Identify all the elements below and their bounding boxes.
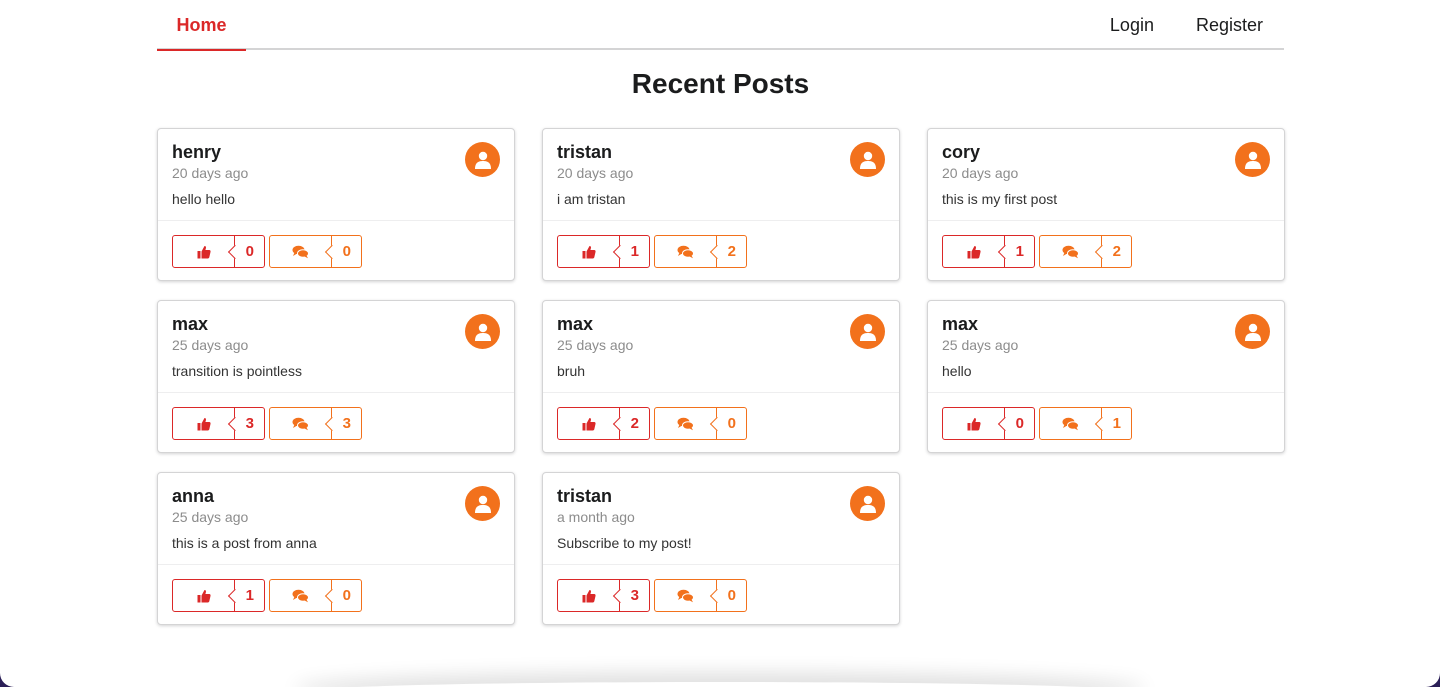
post-actions: 1 2 [942,235,1132,268]
nav-login-link[interactable]: Login [1089,1,1175,49]
like-button[interactable]: 1 [557,235,650,268]
user-icon [465,142,500,177]
post-body: i am tristan [557,191,626,207]
page-title: Recent Posts [631,68,810,99]
nav-right: Login Register [1089,0,1284,48]
post-card: max 25 days ago transition is pointless … [157,300,515,453]
like-button[interactable]: 0 [942,407,1035,440]
post-body: hello [942,363,972,379]
post-author[interactable]: tristan [557,486,885,506]
thumbs-up-icon [943,236,1005,267]
post-body: Subscribe to my post! [557,535,692,551]
post-author[interactable]: tristan [557,142,885,162]
thumbs-up-icon [558,408,620,439]
comment-button[interactable]: 0 [654,579,747,612]
comment-button[interactable]: 1 [1039,407,1132,440]
post-time[interactable]: 25 days ago [942,337,1270,353]
comments-icon [655,580,717,611]
page: Home Login Register Recent Posts henry 2… [0,0,1440,687]
thumbs-up-icon [943,408,1005,439]
post-time[interactable]: 20 days ago [172,165,500,181]
top-menu: Home Login Register [157,0,1284,51]
post-actions: 0 1 [942,407,1132,440]
post-content: henry 20 days ago hello hello [158,129,514,221]
thumbs-up-icon [173,236,235,267]
comment-button[interactable]: 0 [654,407,747,440]
post-body: transition is pointless [172,363,302,379]
user-icon [850,142,885,177]
post-actions: 3 0 [557,579,747,612]
nav-home-link[interactable]: Home [157,1,246,51]
post-body: hello hello [172,191,236,207]
comment-button[interactable]: 0 [269,235,362,268]
post-body: this is a post from anna [172,535,317,551]
post-time[interactable]: 25 days ago [172,509,500,525]
post-card: tristan a month ago Subscribe to my post… [542,472,900,625]
main-container: Home Login Register Recent Posts henry 2… [157,0,1285,625]
comment-button[interactable]: 0 [269,579,362,612]
user-icon [850,314,885,349]
post-time[interactable]: 25 days ago [172,337,500,353]
thumbs-up-icon [558,236,620,267]
thumbs-up-icon [558,580,620,611]
post-card: anna 25 days ago this is a post from ann… [157,472,515,625]
post-time[interactable]: a month ago [557,509,885,525]
post-content: max 25 days ago bruh [543,301,899,393]
post-actions: 2 0 [557,407,747,440]
comments-icon [270,236,332,267]
comments-icon [1040,236,1102,267]
post-time[interactable]: 25 days ago [557,337,885,353]
comments-icon [270,580,332,611]
post-card: tristan 20 days ago i am tristan 1 2 [542,128,900,281]
user-icon [465,314,500,349]
user-icon [465,486,500,521]
like-button[interactable]: 0 [172,235,265,268]
post-body: this is my first post [942,191,1058,207]
post-content: tristan 20 days ago i am tristan [543,129,899,221]
post-actions: 0 0 [172,235,362,268]
comments-icon [655,408,717,439]
post-author[interactable]: max [172,314,500,334]
comment-button[interactable]: 2 [654,235,747,268]
post-time[interactable]: 20 days ago [942,165,1270,181]
post-author[interactable]: max [557,314,885,334]
post-actions: 1 2 [557,235,747,268]
post-author[interactable]: anna [172,486,500,506]
comments-icon [655,236,717,267]
user-icon [1235,142,1270,177]
posts-grid: henry 20 days ago hello hello 0 0 trista… [157,128,1285,625]
comments-icon [270,408,332,439]
post-card: max 25 days ago hello 0 1 [927,300,1285,453]
post-author[interactable]: cory [942,142,1270,162]
like-button[interactable]: 3 [172,407,265,440]
post-card: henry 20 days ago hello hello 0 0 [157,128,515,281]
comments-icon [1040,408,1102,439]
post-actions: 1 0 [172,579,362,612]
footer-shadow [300,682,1140,687]
post-card: max 25 days ago bruh 2 0 [542,300,900,453]
post-content: max 25 days ago hello [928,301,1284,393]
post-actions: 3 3 [172,407,362,440]
user-icon [1235,314,1270,349]
post-content: tristan a month ago Subscribe to my post… [543,473,899,565]
user-icon [850,486,885,521]
like-button[interactable]: 1 [172,579,265,612]
post-author[interactable]: max [942,314,1270,334]
comment-button[interactable]: 2 [1039,235,1132,268]
post-time[interactable]: 20 days ago [557,165,885,181]
thumbs-up-icon [173,580,235,611]
post-content: max 25 days ago transition is pointless [158,301,514,393]
post-author[interactable]: henry [172,142,500,162]
post-content: cory 20 days ago this is my first post [928,129,1284,221]
nav-register-link[interactable]: Register [1175,1,1284,49]
comment-button[interactable]: 3 [269,407,362,440]
like-button[interactable]: 3 [557,579,650,612]
thumbs-up-icon [173,408,235,439]
like-button[interactable]: 2 [557,407,650,440]
post-body: bruh [557,363,586,379]
post-card: cory 20 days ago this is my first post 1 [927,128,1285,281]
like-button[interactable]: 1 [942,235,1035,268]
post-content: anna 25 days ago this is a post from ann… [158,473,514,565]
